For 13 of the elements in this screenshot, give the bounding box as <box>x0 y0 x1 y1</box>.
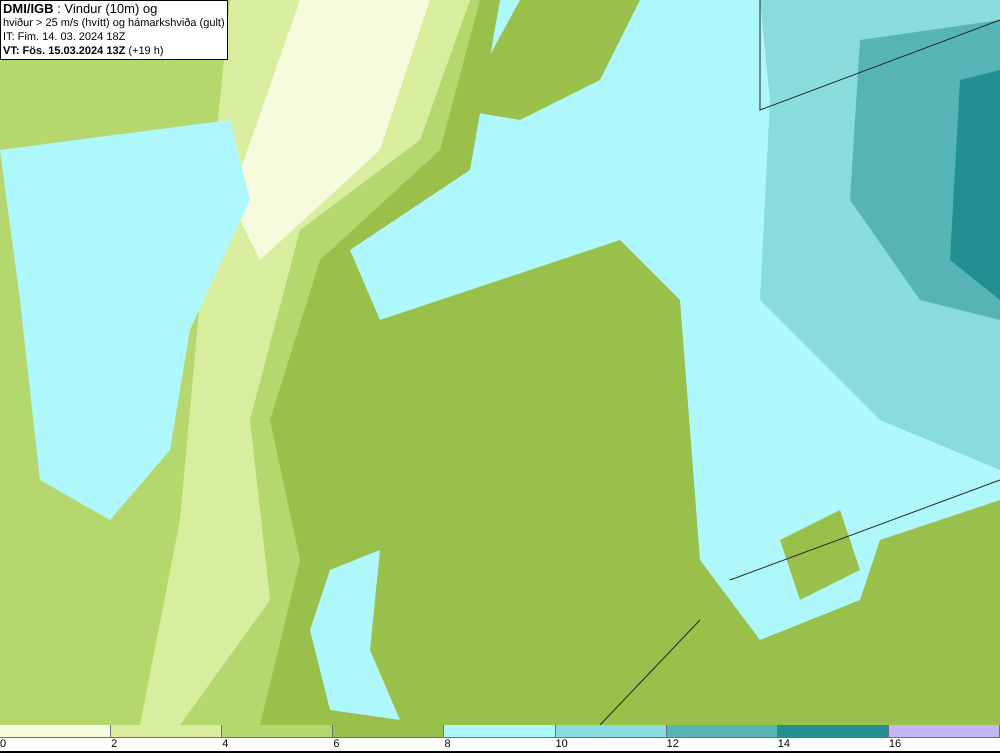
info-text: DMI/IGB : Vindur (10m) og <box>3 2 158 16</box>
info-text: VT: Fös. 15.03.2024 13Z (+19 h) <box>3 44 165 58</box>
legend-tick-label: 14 <box>778 738 790 751</box>
legend-tick-label: 12 <box>666 738 679 751</box>
info-text: IT: Fim. 14. 03. 2024 18Z <box>3 30 126 44</box>
legend-tick-label: 6 <box>333 738 340 751</box>
legend-tick-label: 10 <box>556 738 568 751</box>
legend-tick-label: 2 <box>111 738 118 751</box>
info-text: hviður > 25 m/s (hvítt) og hámarkshviða (gult) <box>3 16 225 30</box>
legend-tick-label: 0 <box>0 738 6 751</box>
legend-tick-label: 16 <box>888 738 902 751</box>
legend-tick-label: 8 <box>444 738 451 751</box>
legend-tick-label: 4 <box>222 738 228 751</box>
